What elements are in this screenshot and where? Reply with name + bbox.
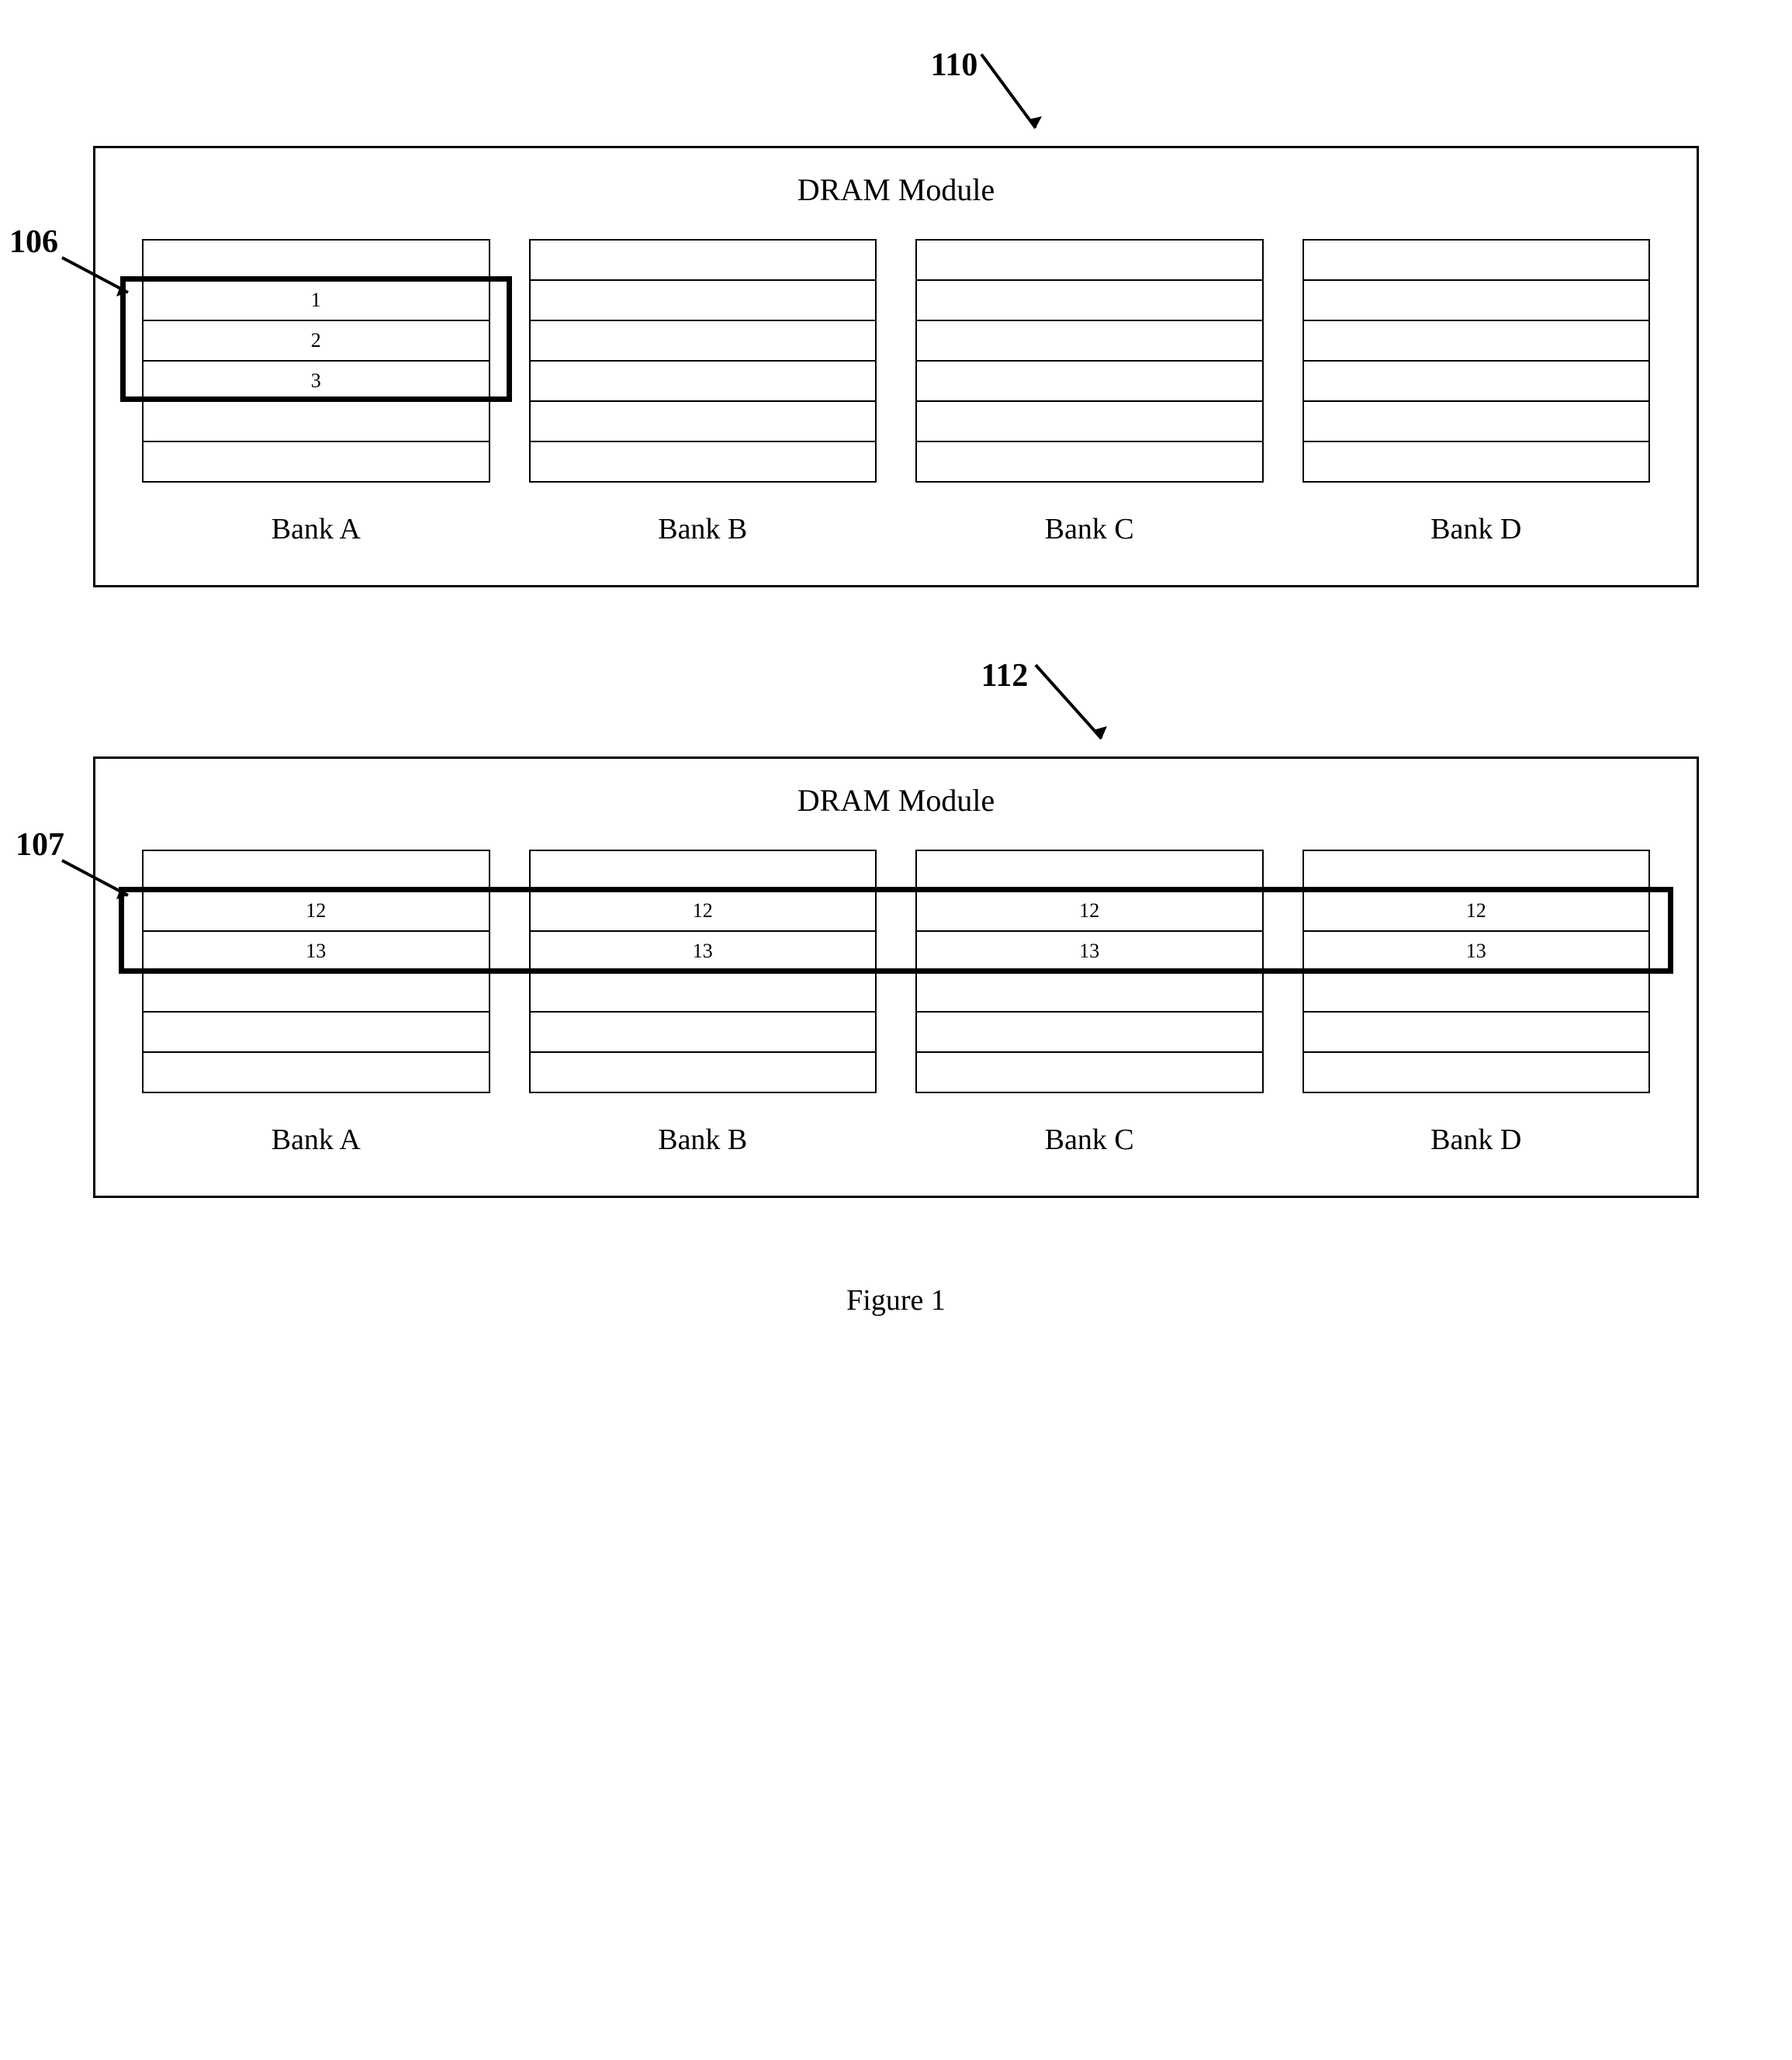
dram-module-110: DRAM Module 1 2 3 Bank A bbox=[93, 146, 1699, 587]
ref-label-110: 110 bbox=[931, 47, 978, 83]
bank-d-110-row1 bbox=[1303, 280, 1650, 320]
bank-c-110-row0 bbox=[916, 240, 1263, 280]
bank-b-112-row1: 12 bbox=[530, 891, 877, 931]
bank-b-110-row2 bbox=[530, 320, 877, 361]
bank-b-112-table: 12 13 bbox=[529, 850, 877, 1093]
bank-a-112-label: Bank A bbox=[272, 1123, 361, 1157]
bank-c-112-row2: 13 bbox=[916, 931, 1263, 971]
bank-d-112-row3 bbox=[1303, 971, 1650, 1012]
bank-d-112-table: 12 13 bbox=[1302, 850, 1651, 1093]
bank-a-112-table: 12 13 bbox=[142, 850, 490, 1093]
bank-d-110-row2 bbox=[1303, 320, 1650, 361]
bank-b-110-label: Bank B bbox=[658, 512, 747, 546]
ref-label-112: 112 bbox=[981, 658, 1029, 694]
bank-b-112-row4 bbox=[530, 1012, 877, 1052]
bank-c-110-label: Bank C bbox=[1045, 512, 1134, 546]
ref-label-112-container: 112 bbox=[93, 657, 1699, 694]
bank-d-112-label: Bank D bbox=[1430, 1123, 1521, 1157]
bank-b-110-row4 bbox=[530, 401, 877, 441]
bank-c-110-row4 bbox=[916, 401, 1263, 441]
bank-d-110-table bbox=[1302, 239, 1651, 483]
bank-c-110-row2 bbox=[916, 320, 1263, 361]
bank-b-110-row0 bbox=[530, 240, 877, 280]
bank-b-112-row3 bbox=[530, 971, 877, 1012]
bank-c-112-label: Bank C bbox=[1045, 1123, 1134, 1157]
bank-c-112-table: 12 13 bbox=[915, 850, 1264, 1093]
bank-a-110: 1 2 3 Bank A bbox=[142, 239, 490, 546]
module-112-title: DRAM Module bbox=[142, 782, 1650, 819]
bank-d-110-row0 bbox=[1303, 240, 1650, 280]
bank-b-110-row3 bbox=[530, 361, 877, 401]
bank-a-112-row2: 13 bbox=[143, 931, 490, 971]
dram-module-112: DRAM Module 12 13 Bank A 12 bbox=[93, 756, 1699, 1198]
ref-label-110-container: 110 bbox=[93, 47, 1699, 84]
bank-c-112-row1: 12 bbox=[916, 891, 1263, 931]
bank-a-110-row3: 3 bbox=[143, 361, 490, 401]
bank-a-110-row2: 2 bbox=[143, 320, 490, 361]
bank-c-110-row3 bbox=[916, 361, 1263, 401]
bank-d-110: Bank D bbox=[1302, 239, 1651, 546]
bank-b-112-label: Bank B bbox=[658, 1123, 747, 1157]
bank-c-110-row1 bbox=[916, 280, 1263, 320]
bank-a-110-row0 bbox=[143, 240, 490, 280]
bank-d-112-row2: 13 bbox=[1303, 931, 1650, 971]
ref-label-107: 107 bbox=[16, 826, 64, 864]
bank-d-110-row3 bbox=[1303, 361, 1650, 401]
bank-c-112: 12 13 Bank C bbox=[915, 850, 1264, 1157]
bank-d-112-row5 bbox=[1303, 1052, 1650, 1092]
bank-c-112-row5 bbox=[916, 1052, 1263, 1092]
bank-d-112-row1: 12 bbox=[1303, 891, 1650, 931]
bank-a-110-row1: 1 bbox=[143, 280, 490, 320]
bank-a-112-row3 bbox=[143, 971, 490, 1012]
bank-b-110-row5 bbox=[530, 441, 877, 482]
module-112-wrapper: 112 107 DRAM Module 12 13 bbox=[93, 657, 1699, 1198]
bank-c-110-row5 bbox=[916, 441, 1263, 482]
bank-b-112-row2: 13 bbox=[530, 931, 877, 971]
bank-c-110-table bbox=[915, 239, 1264, 483]
bank-c-110: Bank C bbox=[915, 239, 1264, 546]
bank-b-110-table bbox=[529, 239, 877, 483]
bank-a-112: 12 13 Bank A bbox=[142, 850, 490, 1157]
module-110-banks: 1 2 3 Bank A Bank bbox=[142, 239, 1650, 546]
bank-c-112-row4 bbox=[916, 1012, 1263, 1052]
bank-a-110-table: 1 2 3 bbox=[142, 239, 490, 483]
bank-d-112: 12 13 Bank D bbox=[1302, 850, 1651, 1157]
bank-b-112-row5 bbox=[530, 1052, 877, 1092]
bank-c-112-row0 bbox=[916, 850, 1263, 891]
module-110-wrapper: 110 106 DRAM Module 1 2 3 Bank A bbox=[93, 47, 1699, 587]
bank-a-110-row4 bbox=[143, 401, 490, 441]
bank-c-112-row3 bbox=[916, 971, 1263, 1012]
bank-d-112-row4 bbox=[1303, 1012, 1650, 1052]
bank-d-110-row4 bbox=[1303, 401, 1650, 441]
bank-a-112-row1: 12 bbox=[143, 891, 490, 931]
bank-a-110-row5 bbox=[143, 441, 490, 482]
bank-b-112: 12 13 Bank B bbox=[529, 850, 877, 1157]
bank-d-112-row0 bbox=[1303, 850, 1650, 891]
ref-label-106: 106 bbox=[9, 223, 58, 261]
figure-caption: Figure 1 bbox=[93, 1283, 1699, 1317]
bank-b-110-row1 bbox=[530, 280, 877, 320]
module-110-title: DRAM Module bbox=[142, 171, 1650, 208]
module-112-banks: 12 13 Bank A 12 13 Bank B bbox=[142, 850, 1650, 1157]
bank-d-110-label: Bank D bbox=[1430, 512, 1521, 546]
bank-b-112-row0 bbox=[530, 850, 877, 891]
bank-d-110-row5 bbox=[1303, 441, 1650, 482]
bank-a-112-row0 bbox=[143, 850, 490, 891]
bank-b-110: Bank B bbox=[529, 239, 877, 546]
bank-a-110-label: Bank A bbox=[272, 512, 361, 546]
bank-a-112-row4 bbox=[143, 1012, 490, 1052]
bank-a-112-row5 bbox=[143, 1052, 490, 1092]
